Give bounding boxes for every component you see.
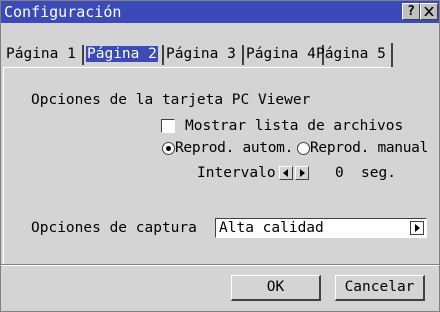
configuration-window: Configuración ? Página 1 Página 2 Página… xyxy=(0,0,440,312)
capture-quality-value: Alta calidad xyxy=(219,220,324,236)
capture-quality-select[interactable]: Alta calidad xyxy=(215,218,427,238)
autoplay-label[interactable]: Reprod. autom. xyxy=(175,139,293,157)
window-title: Configuración xyxy=(4,3,122,21)
arrow-right-icon xyxy=(415,224,420,232)
interval-label: Intervalo xyxy=(197,165,276,181)
arrow-right-icon xyxy=(300,169,305,177)
manual-play-radio[interactable] xyxy=(297,142,310,155)
footer-divider xyxy=(1,264,439,266)
tab-label: Página 4 xyxy=(246,46,316,62)
tab-pagina-3[interactable]: Página 3 xyxy=(165,43,244,67)
title-bar[interactable]: Configuración ? xyxy=(1,1,439,23)
interval-increase-button[interactable] xyxy=(295,166,309,180)
close-button[interactable] xyxy=(420,3,438,20)
manual-play-label[interactable]: Reprod. manual xyxy=(310,139,428,157)
tab-label: Página 3 xyxy=(166,46,236,62)
interval-unit: seg. xyxy=(361,165,396,181)
tab-end-border xyxy=(391,43,393,67)
tab-pagina-1[interactable]: Página 1 xyxy=(5,43,84,67)
pc-viewer-section-label: Opciones de la tarjeta PC Viewer xyxy=(31,92,311,108)
tab-label: Página 1 xyxy=(6,46,76,62)
tab-pagina-5[interactable]: Página 5 xyxy=(315,43,391,67)
tab-label: Página 2 xyxy=(86,46,158,62)
dropdown-button[interactable] xyxy=(410,221,424,235)
capture-options-label: Opciones de captura xyxy=(31,220,197,236)
ok-button[interactable]: OK xyxy=(231,275,321,301)
interval-decrease-button[interactable] xyxy=(279,166,293,180)
tab-pagina-2[interactable]: Página 2 xyxy=(85,43,164,67)
help-button[interactable]: ? xyxy=(402,3,420,20)
tab-label: Página 5 xyxy=(316,46,386,62)
interval-value: 0 xyxy=(335,165,344,181)
close-icon xyxy=(424,7,434,16)
show-file-list-label[interactable]: Mostrar lista de archivos xyxy=(185,117,403,135)
tab-pagina-4[interactable]: Página 4 xyxy=(245,43,324,67)
autoplay-radio[interactable] xyxy=(162,142,175,155)
arrow-left-icon xyxy=(283,169,288,177)
show-file-list-checkbox[interactable] xyxy=(161,119,175,133)
cancel-button[interactable]: Cancelar xyxy=(335,275,425,301)
